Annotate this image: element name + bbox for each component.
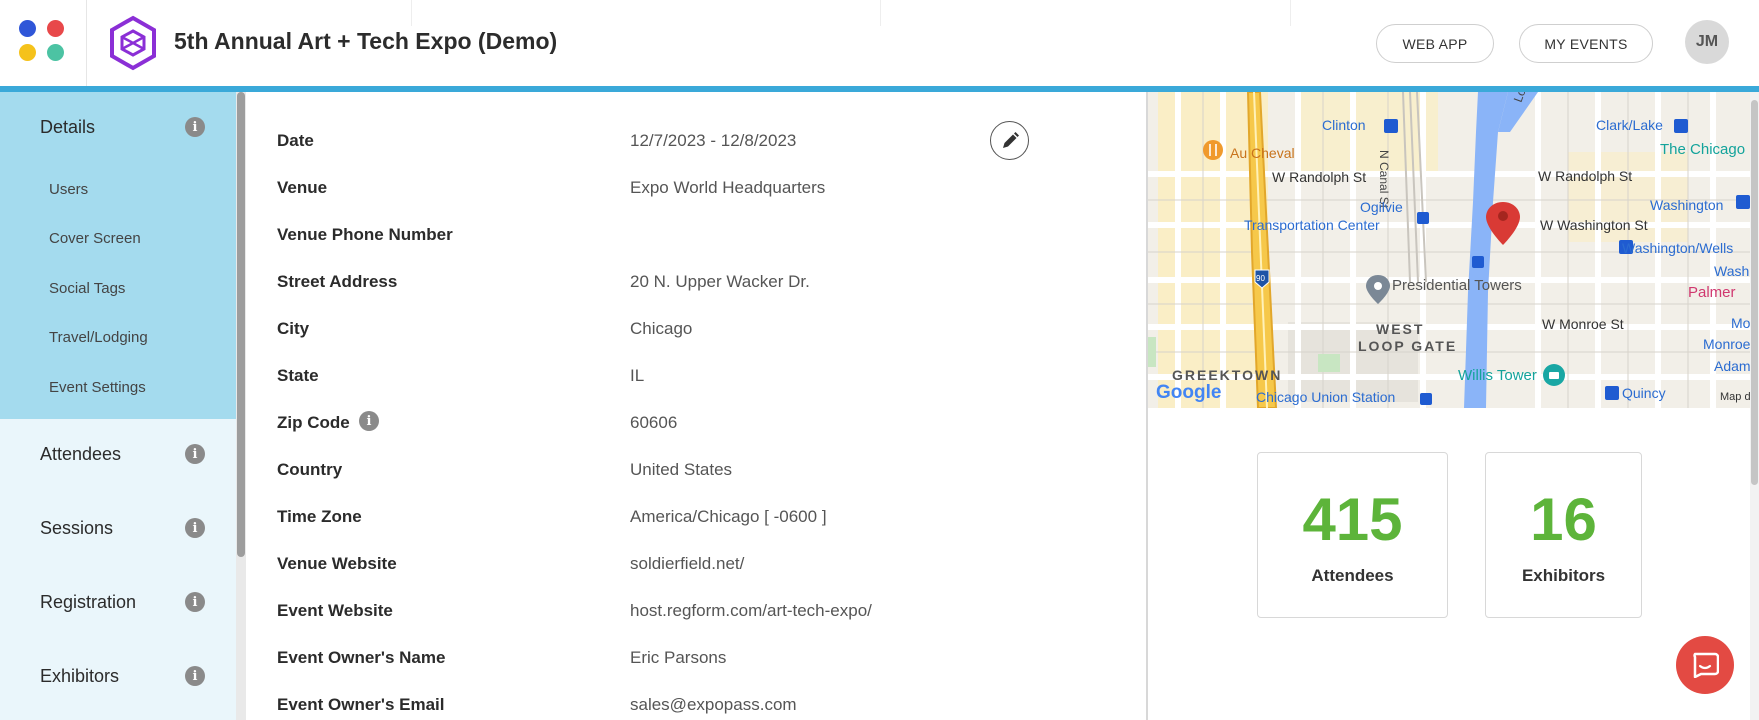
sidebar-item-registration[interactable]: Registration <box>40 592 136 613</box>
detail-value: America/Chicago [ -0600 ] <box>630 507 827 526</box>
header-divider <box>880 0 881 26</box>
detail-label: Event Website <box>277 601 393 620</box>
web-app-button[interactable]: WEB APP <box>1376 24 1494 63</box>
map-label-union-station: Chicago Union Station <box>1256 389 1396 405</box>
registration-info-icon[interactable]: i <box>185 592 205 612</box>
detail-label: Venue Website <box>277 554 397 573</box>
detail-value: soldierfield.net/ <box>630 554 745 573</box>
logo-dot-yellow <box>19 44 36 61</box>
user-avatar[interactable]: JM <box>1685 20 1729 64</box>
sidebar-scrollbar[interactable] <box>236 92 246 720</box>
map-label-adam: Adam <box>1714 358 1750 374</box>
sessions-info-icon[interactable]: i <box>185 518 205 538</box>
map-label-map-data: Map d <box>1720 391 1750 403</box>
chat-launcher-button[interactable] <box>1676 636 1734 694</box>
map-label-washington-wells: Washington/Wells <box>1622 240 1734 256</box>
detail-value: sales@expopass.com <box>630 695 797 714</box>
map-label-willis-tower: Willis Tower <box>1458 367 1537 384</box>
logo-dot-blue <box>19 20 36 37</box>
attendees-stat-card[interactable]: 415 Attendees <box>1257 452 1448 618</box>
detail-label: Event Owner's Name <box>277 648 446 667</box>
sidebar-item-social-tags[interactable]: Social Tags <box>49 280 125 297</box>
detail-value: 12/7/2023 - 12/8/2023 <box>630 131 797 150</box>
map-label-washin: Washin <box>1714 263 1750 279</box>
map-label-w-washington: W Washington St <box>1540 217 1648 233</box>
detail-label: City <box>277 319 310 338</box>
details-info-icon[interactable]: i <box>185 117 205 137</box>
detail-value: host.regform.com/art-tech-expo/ <box>630 601 872 620</box>
event-cube-logo-icon <box>110 15 156 71</box>
map-label-west: WEST <box>1376 321 1425 337</box>
app-logo[interactable] <box>0 0 87 86</box>
map-label-palmer: Palmer <box>1688 284 1736 301</box>
map-label-w-randolph-2: W Randolph St <box>1538 168 1633 184</box>
logo-dot-red <box>47 20 64 37</box>
exhibitors-stat-card[interactable]: 16 Exhibitors <box>1485 452 1642 618</box>
map-label-w-randolph: W Randolph St <box>1272 169 1367 185</box>
sidebar-item-attendees[interactable]: Attendees <box>40 444 121 465</box>
map-label-greektown: GREEKTOWN <box>1172 367 1283 383</box>
chat-icon <box>1693 652 1719 678</box>
sidebar-item-sessions[interactable]: Sessions <box>40 518 113 539</box>
detail-label: Event Owner's Email <box>277 695 445 714</box>
sidebar-scrollbar-thumb[interactable] <box>237 92 245 557</box>
map-label-transportation-center: Transportation Center <box>1244 217 1380 233</box>
sidebar-item-details[interactable]: Details <box>40 117 95 138</box>
zip-code-info-icon[interactable]: i <box>359 411 379 431</box>
map-label-washington: Washington <box>1650 197 1724 213</box>
exhibitors-stat-label: Exhibitors <box>1521 566 1606 585</box>
map-label-loop-gate: LOOP GATE <box>1358 338 1458 354</box>
attendees-count: 415 <box>1302 486 1403 553</box>
event-title: 5th Annual Art + Tech Expo (Demo) <box>174 28 558 54</box>
page-scrollbar[interactable] <box>1750 92 1759 720</box>
detail-label: Zip Code <box>277 413 350 432</box>
map-label-monroe: Monroe <box>1703 336 1750 352</box>
map-label-clinton: Clinton <box>1322 117 1366 133</box>
detail-label: Venue Phone Number <box>277 225 453 244</box>
sidebar-item-event-settings[interactable]: Event Settings <box>49 379 146 396</box>
detail-label: Date <box>277 131 314 150</box>
map-label-clark-lake: Clark/Lake <box>1596 117 1663 133</box>
header-divider <box>411 0 412 26</box>
map-label-mor: Mor <box>1731 315 1750 331</box>
map-label-ogilvie: Ogilvie <box>1360 199 1403 215</box>
venue-map[interactable]: 90 Clinton Au Cheval W Randolph St N Can… <box>1148 92 1750 408</box>
attendees-info-icon[interactable]: i <box>185 444 205 464</box>
sidebar <box>0 92 236 720</box>
map-label-i90: 90 <box>1256 274 1265 283</box>
exhibitors-count: 16 <box>1530 486 1597 553</box>
sidebar-item-users[interactable]: Users <box>49 181 88 198</box>
map-label-the-chicago: The Chicago <box>1660 141 1746 158</box>
detail-label: Venue <box>277 178 328 197</box>
map-label-presidential-towers: Presidential Towers <box>1392 277 1522 294</box>
map-label-au-cheval: Au Cheval <box>1230 145 1295 161</box>
detail-label: Time Zone <box>277 507 362 526</box>
sidebar-item-cover-screen[interactable]: Cover Screen <box>49 230 141 247</box>
detail-value: Chicago <box>630 319 693 338</box>
logo-dot-teal <box>47 44 64 61</box>
map-label-w-monroe: W Monroe St <box>1542 316 1624 332</box>
detail-label: Country <box>277 460 343 479</box>
detail-value: United States <box>630 460 733 479</box>
detail-label: Street Address <box>277 272 398 291</box>
app-header: 5th Annual Art + Tech Expo (Demo) WEB AP… <box>0 0 1759 87</box>
detail-value: IL <box>630 366 645 385</box>
edit-details-button[interactable] <box>990 121 1029 160</box>
my-events-button[interactable]: MY EVENTS <box>1519 24 1653 63</box>
detail-value: 20 N. Upper Wacker Dr. <box>630 272 810 291</box>
pencil-icon <box>1002 131 1019 148</box>
detail-label: State <box>277 366 319 385</box>
sidebar-item-travel-lodging[interactable]: Travel/Lodging <box>49 329 148 346</box>
map-label-google: Google <box>1156 382 1222 403</box>
detail-value: Eric Parsons <box>630 648 727 667</box>
sidebar-item-exhibitors[interactable]: Exhibitors <box>40 666 119 687</box>
detail-value: 60606 <box>630 413 678 432</box>
attendees-stat-label: Attendees <box>1311 566 1394 585</box>
page-scrollbar-thumb[interactable] <box>1751 100 1758 485</box>
map-label-quincy: Quincy <box>1622 385 1666 401</box>
exhibitors-info-icon[interactable]: i <box>185 666 205 686</box>
detail-value: Expo World Headquarters <box>630 178 826 197</box>
sidebar-details-section <box>0 92 236 419</box>
header-divider <box>1290 0 1291 26</box>
